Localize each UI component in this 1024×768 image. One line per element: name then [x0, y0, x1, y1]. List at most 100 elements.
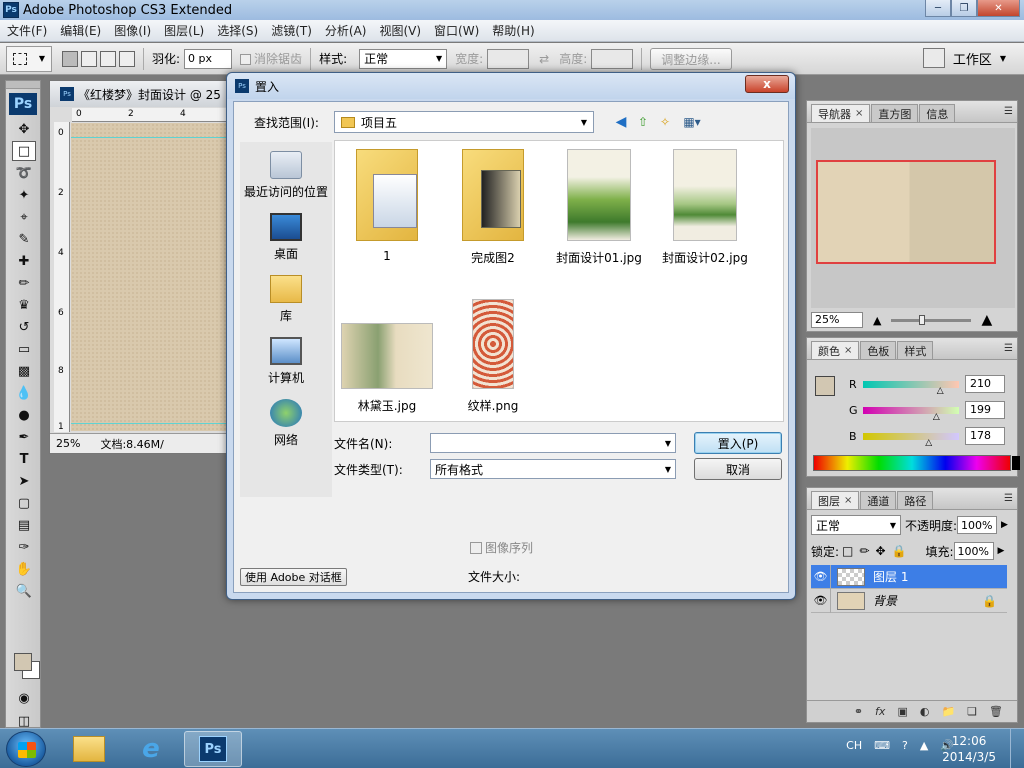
feather-input[interactable]: 0 px — [184, 48, 233, 69]
place-button[interactable]: 置入(P) — [694, 432, 782, 454]
up-folder-icon[interactable]: ⇧ — [634, 113, 652, 131]
tab-histogram[interactable]: 直方图 — [871, 104, 919, 122]
healing-brush-tool-icon[interactable]: ✚ — [12, 251, 36, 271]
refine-edge-button[interactable]: 调整边缘... — [650, 47, 732, 70]
zoom-in-icon[interactable]: ▲ — [981, 312, 992, 328]
lasso-tool-icon[interactable]: ➰ — [12, 163, 36, 183]
guide-line[interactable] — [71, 423, 228, 424]
guide-line[interactable] — [71, 137, 228, 138]
dodge-tool-icon[interactable]: ● — [12, 405, 36, 425]
layer-row-selected[interactable]: 👁 图层 1 — [811, 564, 1007, 589]
close-icon[interactable]: × — [844, 495, 852, 506]
view-menu-icon[interactable]: ▦▾ — [678, 113, 706, 131]
opacity-input[interactable]: 100% — [957, 516, 998, 534]
start-button[interactable] — [6, 731, 46, 767]
close-icon[interactable]: × — [855, 108, 863, 119]
menu-image[interactable]: 图像(I) — [107, 22, 157, 39]
dialog-close-button[interactable]: x — [745, 75, 789, 93]
layer-row[interactable]: 👁 背景 🔒 — [811, 588, 1007, 613]
history-brush-tool-icon[interactable]: ↺ — [12, 317, 36, 337]
green-value-input[interactable]: 199 — [965, 401, 1005, 419]
type-tool-icon[interactable]: T — [12, 449, 36, 469]
menu-filter[interactable]: 滤镜(T) — [264, 22, 318, 39]
file-type-select[interactable]: 所有格式 ▼ — [430, 459, 676, 479]
file-item[interactable]: 林黛玉.jpg — [339, 311, 435, 414]
red-slider[interactable]: △ — [863, 380, 959, 396]
language-indicator[interactable]: CH — [846, 739, 862, 752]
width-input[interactable] — [487, 48, 530, 69]
quick-mask-icon[interactable]: ◉ — [12, 688, 36, 708]
chevron-right-icon[interactable]: ▶ — [1001, 520, 1008, 530]
lock-transparency-icon[interactable]: □ — [842, 544, 853, 558]
eraser-tool-icon[interactable]: ▭ — [12, 339, 36, 359]
tab-paths[interactable]: 路径 — [897, 491, 934, 509]
gradient-tool-icon[interactable]: ▩ — [12, 361, 36, 381]
show-desktop-button[interactable] — [1010, 729, 1024, 768]
file-item[interactable]: 封面设计01.jpg — [551, 149, 647, 266]
foreground-color-swatch[interactable] — [815, 376, 835, 396]
adjustment-layer-icon[interactable]: ◐ — [920, 705, 930, 718]
lock-pixels-icon[interactable]: ✏ — [859, 544, 869, 558]
notes-tool-icon[interactable]: ▤ — [12, 515, 36, 535]
panel-menu-icon[interactable]: ☰ — [1004, 343, 1013, 354]
new-group-icon[interactable]: 📁 — [941, 705, 955, 718]
red-value-input[interactable]: 210 — [965, 375, 1005, 393]
zoom-tool-icon[interactable]: 🔍 — [12, 581, 36, 601]
path-selection-tool-icon[interactable]: ➤ — [12, 471, 36, 491]
menu-window[interactable]: 窗口(W) — [427, 22, 485, 39]
file-item[interactable]: 1 — [339, 149, 435, 263]
new-folder-icon[interactable]: ✧ — [656, 113, 674, 131]
add-selection-icon[interactable] — [81, 50, 97, 67]
slider-handle[interactable] — [919, 314, 926, 325]
delete-layer-icon[interactable]: 🗑 — [989, 705, 1003, 718]
taskbar-clock[interactable]: 12:06 2014/3/5 — [942, 733, 996, 765]
minimize-button[interactable]: ─ — [925, 0, 951, 17]
keyboard-icon[interactable]: ⌨ — [874, 739, 890, 752]
navigator-zoom-input[interactable]: 25% — [811, 312, 863, 328]
navigator-view-box[interactable] — [816, 160, 996, 264]
marquee-tool-icon[interactable]: □ — [12, 141, 36, 161]
menu-help[interactable]: 帮助(H) — [485, 22, 540, 39]
tab-swatches[interactable]: 色板 — [860, 341, 897, 359]
taskbar-photoshop[interactable]: Ps — [184, 731, 242, 767]
document-size[interactable]: 文档:8.46M/ — [100, 436, 163, 452]
layer-style-icon[interactable]: fx — [875, 705, 885, 718]
menu-edit[interactable]: 编辑(E) — [53, 22, 107, 39]
file-item[interactable]: 完成图2 — [445, 149, 541, 266]
antialias-checkbox[interactable]: 消除锯齿 — [240, 50, 302, 67]
workspace-menu[interactable]: 工作区 — [953, 49, 992, 68]
pen-tool-icon[interactable]: ✒ — [12, 427, 36, 447]
green-slider[interactable]: △ — [863, 406, 959, 422]
bridge-icon[interactable] — [922, 48, 945, 68]
tab-color[interactable]: 颜色 × — [811, 341, 860, 359]
menu-select[interactable]: 选择(S) — [210, 22, 264, 39]
eye-icon[interactable]: 👁 — [811, 564, 831, 589]
new-layer-icon[interactable]: ❏ — [967, 705, 977, 718]
document-canvas[interactable] — [71, 123, 228, 431]
tool-preset-picker[interactable]: ▼ — [6, 45, 52, 72]
shape-tool-icon[interactable]: ▢ — [12, 493, 36, 513]
eyedropper-tool-icon[interactable]: ✑ — [12, 537, 36, 557]
height-input[interactable] — [591, 48, 634, 69]
lock-position-icon[interactable]: ✥ — [875, 544, 885, 558]
blue-slider[interactable]: △ — [863, 432, 959, 448]
place-network[interactable]: 网络 — [240, 390, 332, 452]
show-hidden-icons[interactable]: ▲ — [920, 739, 928, 752]
place-libraries[interactable]: 库 — [240, 266, 332, 328]
hand-tool-icon[interactable]: ✋ — [12, 559, 36, 579]
magic-wand-tool-icon[interactable]: ✦ — [12, 185, 36, 205]
intersect-selection-icon[interactable] — [119, 50, 135, 67]
close-button[interactable]: ✕ — [977, 0, 1020, 17]
foreground-color-swatch[interactable] — [14, 653, 32, 671]
subtract-selection-icon[interactable] — [100, 50, 116, 67]
blue-value-input[interactable]: 178 — [965, 427, 1005, 445]
menu-layer[interactable]: 图层(L) — [157, 22, 210, 39]
eye-icon[interactable]: 👁 — [811, 588, 831, 613]
look-in-select[interactable]: 项目五 ▼ — [334, 111, 594, 133]
panel-menu-icon[interactable]: ☰ — [1004, 106, 1013, 117]
taskbar-explorer[interactable] — [60, 731, 118, 767]
brush-tool-icon[interactable]: ✏ — [12, 273, 36, 293]
zoom-out-icon[interactable]: ▲ — [873, 314, 881, 327]
use-adobe-dialog-button[interactable]: 使用 Adobe 对话框 — [240, 568, 347, 586]
crop-tool-icon[interactable]: ⌖ — [12, 207, 36, 227]
